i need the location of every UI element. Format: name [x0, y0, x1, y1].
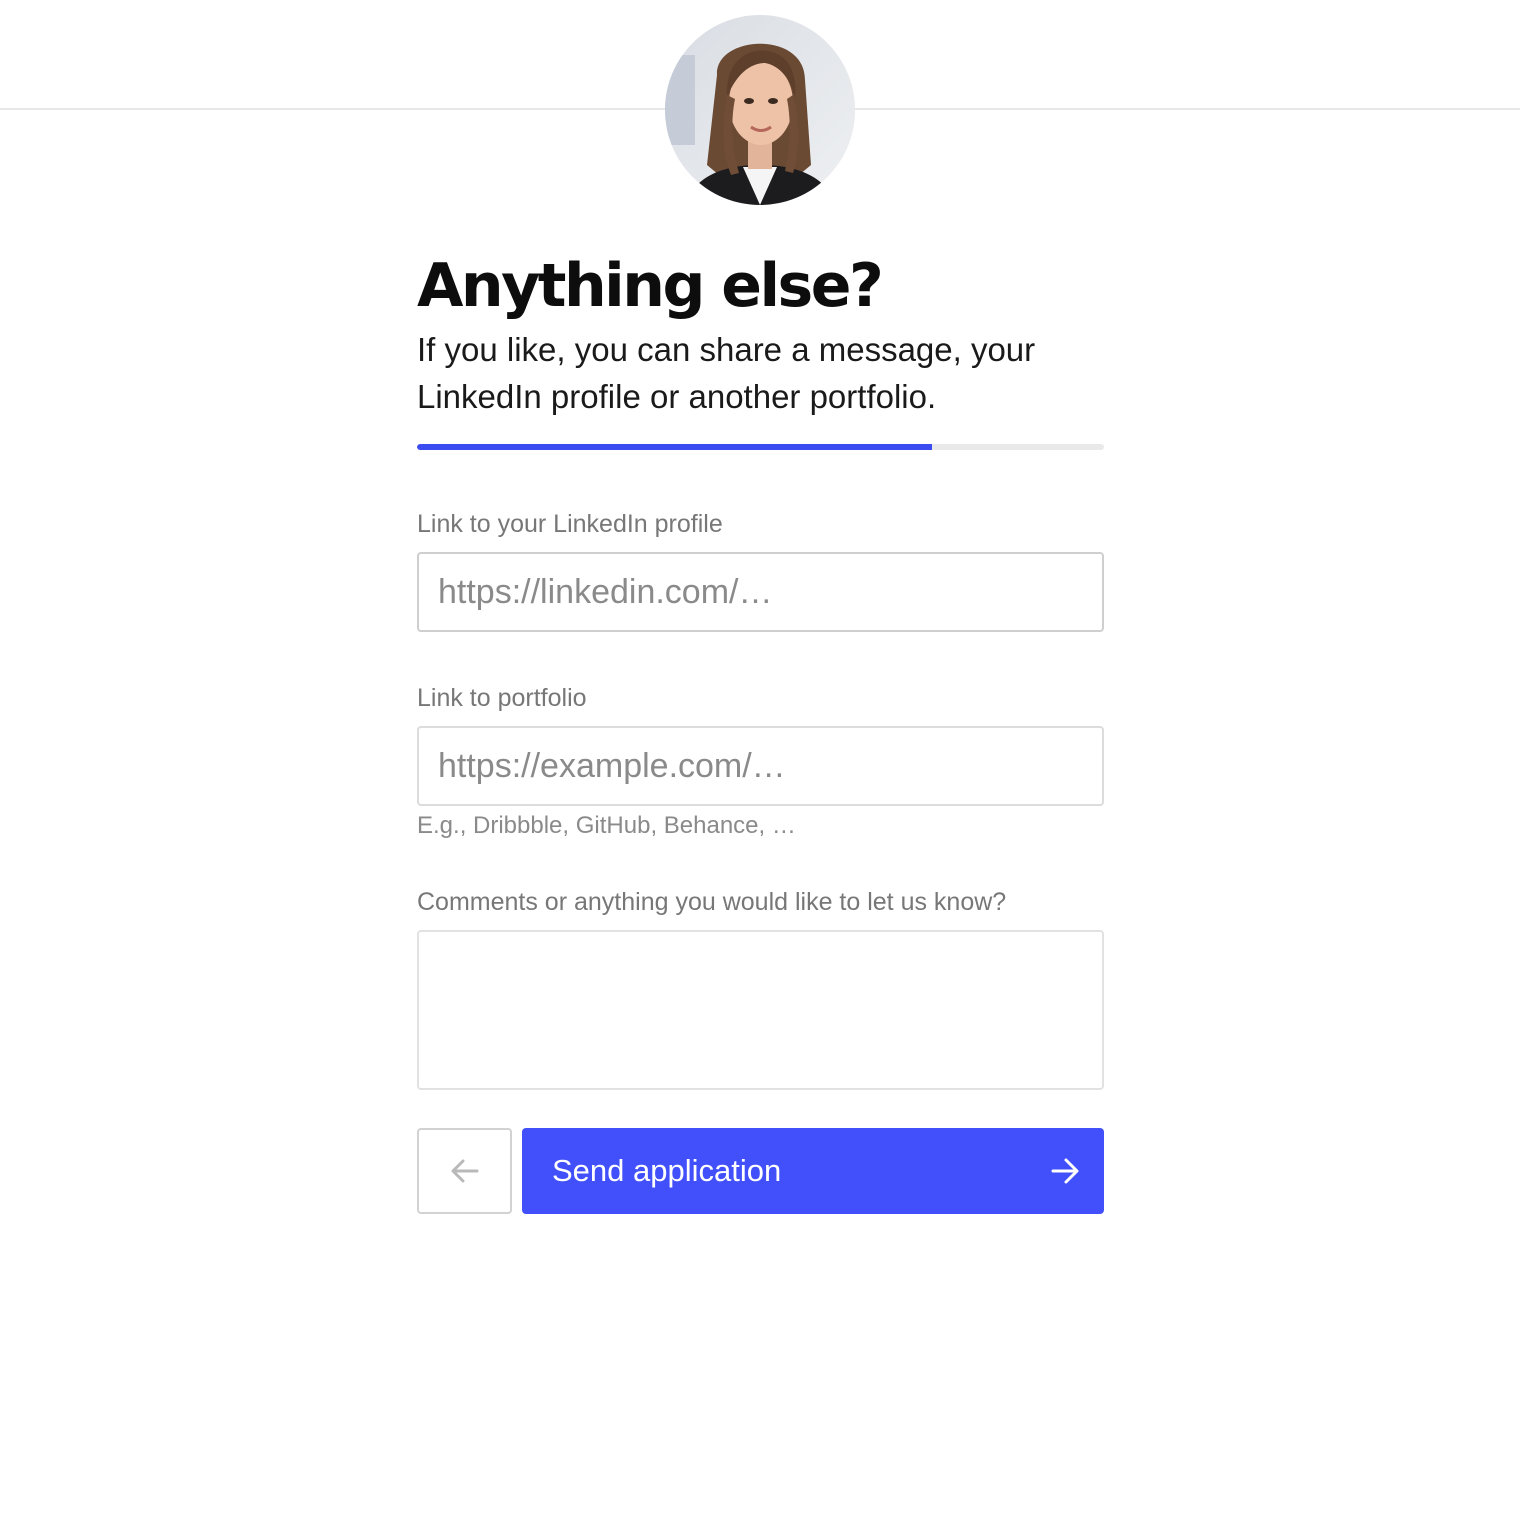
- back-button[interactable]: [417, 1128, 512, 1214]
- page-subtitle: If you like, you can share a message, yo…: [417, 331, 1036, 415]
- comments-label: Comments or anything you would like to l…: [417, 888, 1007, 916]
- arrow-right-icon: [1051, 1158, 1079, 1184]
- avatar-portrait: [665, 15, 855, 205]
- portfolio-input[interactable]: [417, 726, 1104, 806]
- progress-bar-fill: [417, 444, 933, 450]
- form-container: Anything else? If you like, you can shar…: [417, 250, 1104, 1214]
- form-actions: Send application: [417, 1128, 1104, 1214]
- portfolio-hint: E.g., Dribbble, GitHub, Behance, …: [417, 812, 796, 839]
- comments-textarea[interactable]: [417, 930, 1104, 1090]
- portfolio-label: Link to portfolio: [417, 684, 587, 712]
- send-application-label: Send application: [552, 1153, 782, 1188]
- arrow-left-icon: [451, 1159, 478, 1183]
- linkedin-input[interactable]: [417, 552, 1104, 632]
- linkedin-label: Link to your LinkedIn profile: [417, 510, 723, 538]
- send-application-button[interactable]: Send application: [522, 1128, 1104, 1214]
- progress-bar: [417, 444, 1104, 450]
- avatar: [665, 15, 855, 205]
- page-title: Anything else?: [417, 251, 884, 321]
